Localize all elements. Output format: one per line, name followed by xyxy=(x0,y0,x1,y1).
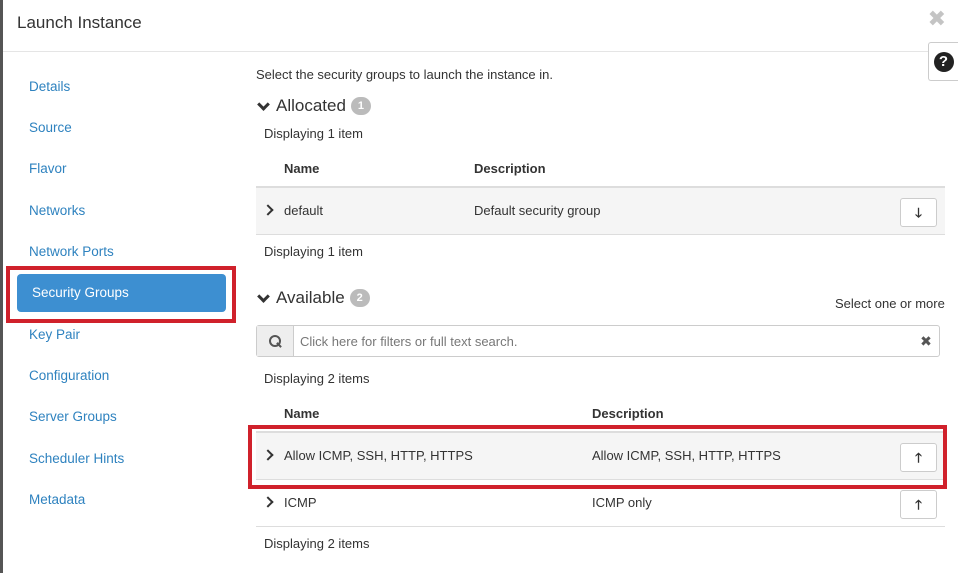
table-row[interactable]: default Default security group 🡓 xyxy=(256,187,945,234)
available-count-badge: 2 xyxy=(349,289,370,307)
filter-search-bar: ✖ xyxy=(256,325,940,357)
sidebar-item-security-groups[interactable]: Security Groups xyxy=(17,274,226,312)
search-icon-box xyxy=(257,326,294,356)
allocate-button[interactable]: 🡑 xyxy=(900,443,937,472)
allocate-button[interactable]: 🡑 xyxy=(900,490,937,519)
chevron-right-icon[interactable] xyxy=(262,449,274,461)
available-displaying-bottom: Displaying 2 items xyxy=(264,536,370,551)
sidebar-item-configuration[interactable]: Configuration xyxy=(29,368,109,383)
sidebar-item-network-ports[interactable]: Network Ports xyxy=(29,244,114,259)
row-description: ICMP only xyxy=(592,495,652,510)
intro-text: Select the security groups to launch the… xyxy=(256,67,554,82)
chevron-down-icon xyxy=(257,97,270,111)
sidebar-item-metadata[interactable]: Metadata xyxy=(29,492,85,507)
available-section-toggle[interactable]: Available 2 xyxy=(256,288,370,308)
question-mark-icon: ? xyxy=(933,51,954,72)
search-input[interactable] xyxy=(294,326,913,356)
sidebar-item-flavor[interactable]: Flavor xyxy=(29,161,67,176)
modal-header: Launch Instance xyxy=(3,0,958,52)
clear-search-icon[interactable]: ✖ xyxy=(913,326,939,356)
sidebar-item-server-groups[interactable]: Server Groups xyxy=(29,409,117,424)
table-row[interactable]: ICMP ICMP only 🡑 xyxy=(256,479,945,526)
sidebar-item-details[interactable]: Details xyxy=(29,79,70,94)
sidebar-item-networks[interactable]: Networks xyxy=(29,203,85,218)
available-col-description[interactable]: Description xyxy=(592,406,664,421)
allocated-title: Allocated xyxy=(276,96,346,115)
arrow-up-icon: 🡑 xyxy=(915,450,922,465)
row-name: default xyxy=(284,203,324,218)
allocated-displaying-top: Displaying 1 item xyxy=(264,126,363,141)
sidebar-item-source[interactable]: Source xyxy=(29,120,72,135)
available-bottom-divider xyxy=(256,526,945,527)
available-col-name[interactable]: Name xyxy=(284,406,319,421)
arrow-up-icon: 🡑 xyxy=(915,497,922,512)
search-icon xyxy=(268,334,282,348)
allocated-col-name[interactable]: Name xyxy=(284,161,319,176)
table-row[interactable]: Allow ICMP, SSH, HTTP, HTTPS Allow ICMP,… xyxy=(256,432,945,479)
row-description: Allow ICMP, SSH, HTTP, HTTPS xyxy=(592,448,781,463)
row-description: Default security group xyxy=(474,203,601,218)
arrow-down-icon: 🡓 xyxy=(915,205,922,220)
chevron-right-icon[interactable] xyxy=(262,496,274,508)
allocated-displaying-bottom: Displaying 1 item xyxy=(264,244,363,259)
close-icon[interactable]: ✖ xyxy=(928,8,946,30)
modal-left-edge xyxy=(0,0,3,573)
chevron-down-icon xyxy=(257,289,270,303)
select-hint: Select one or more xyxy=(835,296,945,311)
deallocate-button[interactable]: 🡓 xyxy=(900,198,937,227)
available-displaying-top: Displaying 2 items xyxy=(264,371,370,386)
row-name: Allow ICMP, SSH, HTTP, HTTPS xyxy=(284,448,473,463)
available-title: Available xyxy=(276,288,345,307)
allocated-col-description[interactable]: Description xyxy=(474,161,546,176)
allocated-count-badge: 1 xyxy=(350,97,371,115)
allocated-bottom-divider xyxy=(256,234,945,235)
sidebar-item-scheduler-hints[interactable]: Scheduler Hints xyxy=(29,451,124,466)
help-button[interactable]: ? xyxy=(928,42,958,81)
allocated-section-toggle[interactable]: Allocated 1 xyxy=(256,96,371,116)
sidebar-item-key-pair[interactable]: Key Pair xyxy=(29,327,80,342)
row-name: ICMP xyxy=(284,495,317,510)
chevron-right-icon[interactable] xyxy=(262,204,274,216)
modal-title: Launch Instance xyxy=(17,13,142,32)
